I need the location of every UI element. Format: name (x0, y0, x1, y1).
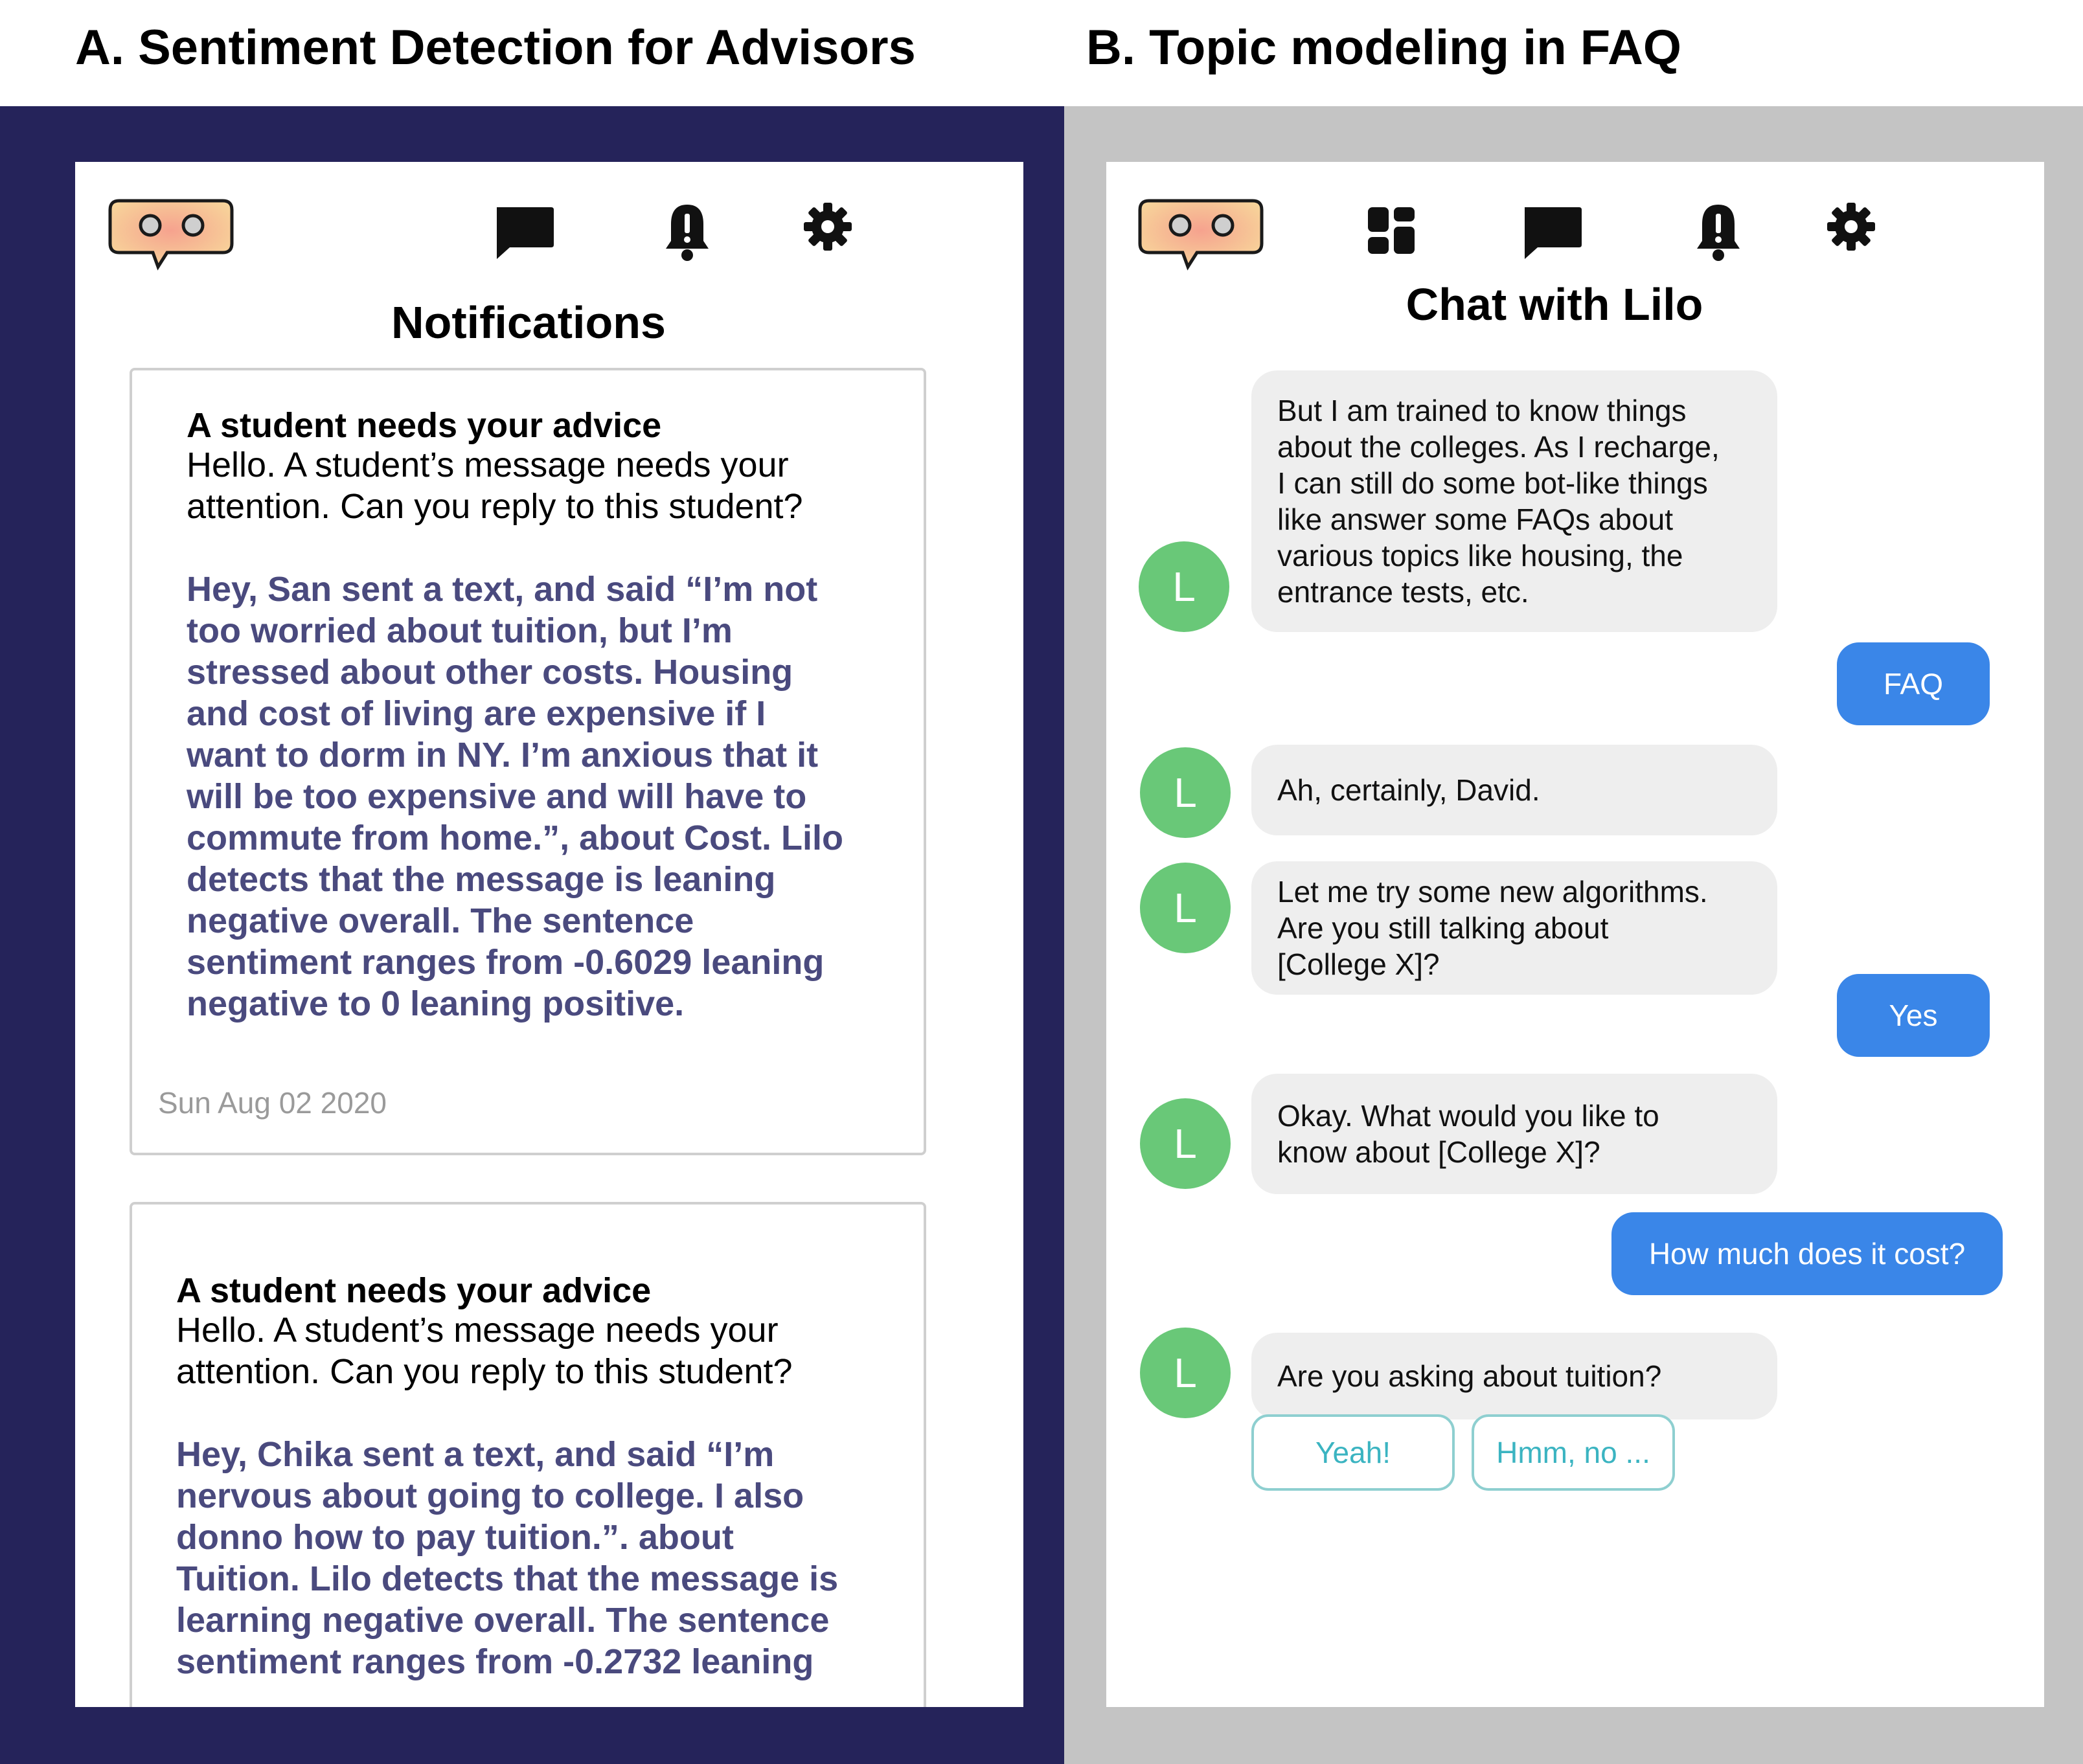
chat-icon[interactable] (1521, 205, 1583, 260)
bot-message: Ah, certainly, David. (1251, 745, 1777, 835)
notification-intro: Hello. A student’s message needs your at… (176, 1311, 793, 1391)
chat-icon[interactable] (493, 205, 555, 260)
panel-b-heading: B. Topic modeling in FAQ (1086, 20, 1682, 75)
lilo-logo-icon[interactable] (1137, 198, 1264, 276)
quick-reply-yeah-button[interactable]: Yeah! (1251, 1414, 1455, 1491)
page-title: Notifications (391, 297, 666, 348)
notification-card[interactable]: A student needs your advice Hello. A stu… (130, 368, 926, 1155)
gear-icon[interactable] (803, 202, 852, 251)
bot-message: Are you asking about tuition? (1251, 1333, 1777, 1419)
notification-title: A student needs your advice (187, 406, 662, 445)
dashboard-icon[interactable] (1368, 207, 1416, 255)
bot-avatar: L (1140, 1328, 1231, 1418)
user-message: Yes (1837, 974, 1990, 1057)
notification-message: Hey, San sent a text, and said “I’m not … (187, 570, 844, 1023)
advisor-notifications-screen: Notifications A student needs your advic… (75, 162, 1023, 1707)
user-message: How much does it cost? (1611, 1212, 2003, 1295)
bot-avatar: L (1140, 747, 1231, 838)
panel-a-heading: A. Sentiment Detection for Advisors (75, 20, 916, 75)
bot-message: But I am trained to know things about th… (1251, 370, 1777, 632)
notification-title: A student needs your advice (176, 1271, 652, 1310)
bot-avatar: L (1140, 1098, 1231, 1189)
bot-avatar: L (1139, 541, 1229, 632)
gear-icon[interactable] (1827, 202, 1876, 251)
bell-icon[interactable] (1696, 202, 1741, 262)
bot-message: Okay. What would you like to know about … (1251, 1074, 1777, 1194)
quick-reply-hmm-no-button[interactable]: Hmm, no ... (1472, 1414, 1675, 1491)
lilo-logo-icon[interactable] (108, 198, 234, 276)
bell-icon[interactable] (665, 202, 710, 262)
notification-date: Sun Aug 02 2020 (158, 1086, 387, 1120)
bot-avatar: L (1140, 863, 1231, 953)
page-title: Chat with Lilo (1406, 279, 1703, 330)
user-message: FAQ (1837, 642, 1990, 725)
notification-card[interactable]: A student needs your advice Hello. A stu… (130, 1202, 926, 1707)
bot-message: Let me try some new algorithms. Are you … (1251, 861, 1777, 995)
notification-intro: Hello. A student’s message needs your at… (187, 446, 803, 526)
notification-message: Hey, Chika sent a text, and said “I’m ne… (176, 1435, 839, 1681)
chat-screen: Chat with Lilo L But I am trained to kno… (1106, 162, 2044, 1707)
